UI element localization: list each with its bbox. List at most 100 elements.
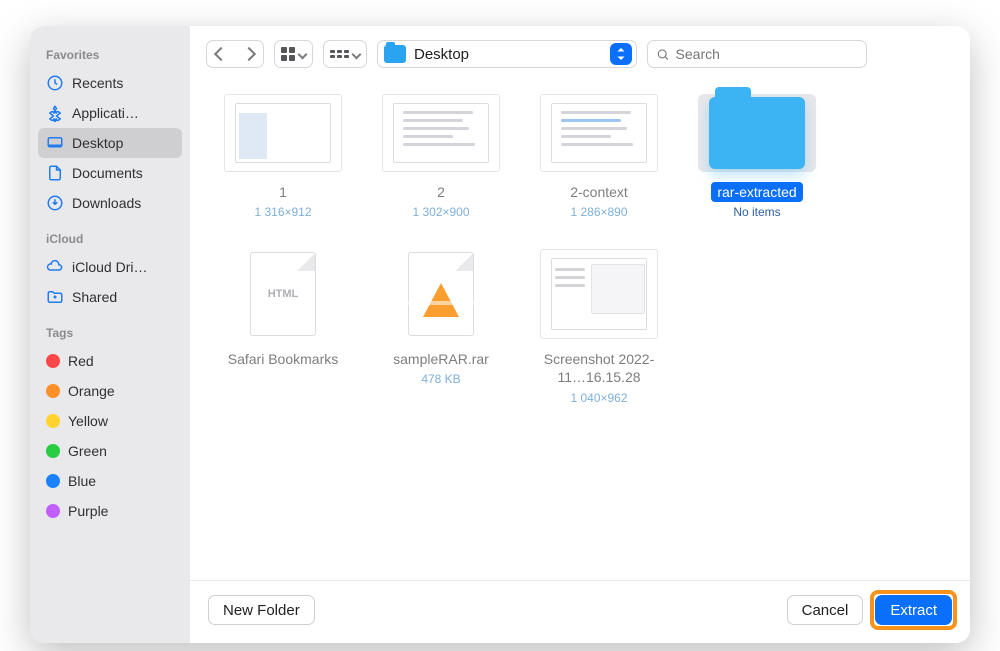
file-name: 2 (431, 182, 451, 202)
location-popup[interactable]: Desktop (377, 40, 637, 68)
cloud-icon (46, 258, 64, 276)
sidebar-item-label: Blue (68, 473, 96, 489)
screenshot-thumb (224, 94, 342, 172)
screenshot-thumb (540, 249, 658, 339)
sidebar-tag-purple[interactable]: Purple (38, 496, 182, 526)
sidebar-tag-red[interactable]: Red (38, 346, 182, 376)
cancel-button[interactable]: Cancel (787, 595, 864, 625)
file-item-selected[interactable]: rar-extracted No items (682, 88, 832, 233)
html-file-icon: HTML (250, 252, 316, 336)
chevron-down-icon (352, 49, 362, 59)
new-folder-button[interactable]: New Folder (208, 595, 315, 625)
folder-thumb (698, 94, 816, 172)
search-icon (656, 47, 670, 62)
sidebar-item-label: Applicati… (72, 105, 139, 121)
file-item[interactable]: 2-context 1 286×890 (524, 88, 674, 233)
folder-icon (709, 97, 805, 169)
group-by[interactable] (323, 40, 367, 68)
sidebar-item-label: iCloud Dri… (72, 259, 147, 275)
file-grid: 1 1 316×912 2 1 302×900 2-context 1 286×… (190, 78, 970, 580)
sidebar-item-label: Red (68, 353, 94, 369)
file-item[interactable]: 2 1 302×900 (366, 88, 516, 233)
sidebar-item-label: Purple (68, 503, 108, 519)
sidebar-item-shared[interactable]: Shared (38, 282, 182, 312)
group-icon (330, 50, 349, 58)
sidebar-item-label: Shared (72, 289, 117, 305)
file-name: 1 (273, 182, 293, 202)
sidebar-item-label: Green (68, 443, 107, 459)
sidebar-item-documents[interactable]: Documents (38, 158, 182, 188)
apps-icon (46, 104, 64, 122)
forward-button[interactable] (235, 41, 263, 67)
screenshot-thumb (540, 94, 658, 172)
tag-dot-icon (46, 474, 60, 488)
html-file-thumb: HTML (224, 249, 342, 339)
shared-folder-icon (46, 288, 64, 306)
sidebar-header-icloud: iCloud (38, 218, 182, 252)
sidebar-tag-green[interactable]: Green (38, 436, 182, 466)
file-item[interactable]: sampleRAR.rar 478 KB (366, 243, 516, 419)
sidebar-item-label: Recents (72, 75, 123, 91)
back-button[interactable] (207, 41, 235, 67)
highlight-annotation: Extract (875, 595, 952, 625)
sidebar-item-label: Documents (72, 165, 143, 181)
tag-dot-icon (46, 444, 60, 458)
sidebar-item-downloads[interactable]: Downloads (38, 188, 182, 218)
sidebar-item-recents[interactable]: Recents (38, 68, 182, 98)
sidebar-tag-yellow[interactable]: Yellow (38, 406, 182, 436)
tag-dot-icon (46, 504, 60, 518)
file-meta: 1 316×912 (254, 205, 311, 219)
sidebar-item-applications[interactable]: Applicati… (38, 98, 182, 128)
search-field[interactable] (647, 40, 867, 68)
main-area: Desktop 1 1 316×912 (190, 26, 970, 643)
sidebar-tag-orange[interactable]: Orange (38, 376, 182, 406)
clock-icon (46, 74, 64, 92)
file-meta: 1 302×900 (412, 205, 469, 219)
save-panel: Favorites Recents Applicati… Desktop Doc… (30, 26, 970, 643)
chevron-left-icon (214, 47, 228, 61)
sidebar-header-favorites: Favorites (38, 34, 182, 68)
file-meta: 1 286×890 (570, 205, 627, 219)
tag-dot-icon (46, 354, 60, 368)
file-meta: 478 KB (421, 372, 460, 386)
file-name: rar-extracted (711, 182, 802, 202)
tag-dot-icon (46, 414, 60, 428)
search-input[interactable] (676, 46, 858, 62)
updown-icon (610, 43, 632, 65)
rar-file-thumb (382, 249, 500, 339)
file-name: Screenshot 2022-11…16.15.28 (524, 349, 674, 388)
sidebar-header-tags: Tags (38, 312, 182, 346)
rar-file-icon (408, 252, 474, 336)
desktop-icon (46, 134, 64, 152)
file-name: 2-context (564, 182, 634, 202)
sidebar-tag-blue[interactable]: Blue (38, 466, 182, 496)
sidebar-item-desktop[interactable]: Desktop (38, 128, 182, 158)
location-label: Desktop (414, 46, 602, 63)
file-item[interactable]: HTML Safari Bookmarks (208, 243, 358, 419)
screenshot-thumb (382, 94, 500, 172)
sidebar-item-label: Yellow (68, 413, 108, 429)
sidebar: Favorites Recents Applicati… Desktop Doc… (30, 26, 190, 643)
file-meta: No items (733, 205, 780, 219)
file-name: Safari Bookmarks (222, 349, 344, 369)
sidebar-item-label: Downloads (72, 195, 141, 211)
folder-icon (384, 45, 406, 63)
toolbar: Desktop (190, 26, 970, 78)
sidebar-item-icloud-drive[interactable]: iCloud Dri… (38, 252, 182, 282)
sidebar-item-label: Orange (68, 383, 115, 399)
download-icon (46, 194, 64, 212)
footer: New Folder Cancel Extract (190, 580, 970, 643)
file-meta: 1 040×962 (570, 391, 627, 405)
sidebar-item-label: Desktop (72, 135, 123, 151)
file-item[interactable]: 1 1 316×912 (208, 88, 358, 233)
file-name: sampleRAR.rar (387, 349, 495, 369)
tag-dot-icon (46, 384, 60, 398)
chevron-right-icon (242, 47, 256, 61)
chevron-down-icon (298, 49, 308, 59)
extract-button[interactable]: Extract (875, 595, 952, 625)
icon-view-icon (281, 47, 295, 61)
nav-back-forward (206, 40, 264, 68)
document-icon (46, 164, 64, 182)
file-item[interactable]: Screenshot 2022-11…16.15.28 1 040×962 (524, 243, 674, 419)
view-mode-icons[interactable] (274, 40, 313, 68)
